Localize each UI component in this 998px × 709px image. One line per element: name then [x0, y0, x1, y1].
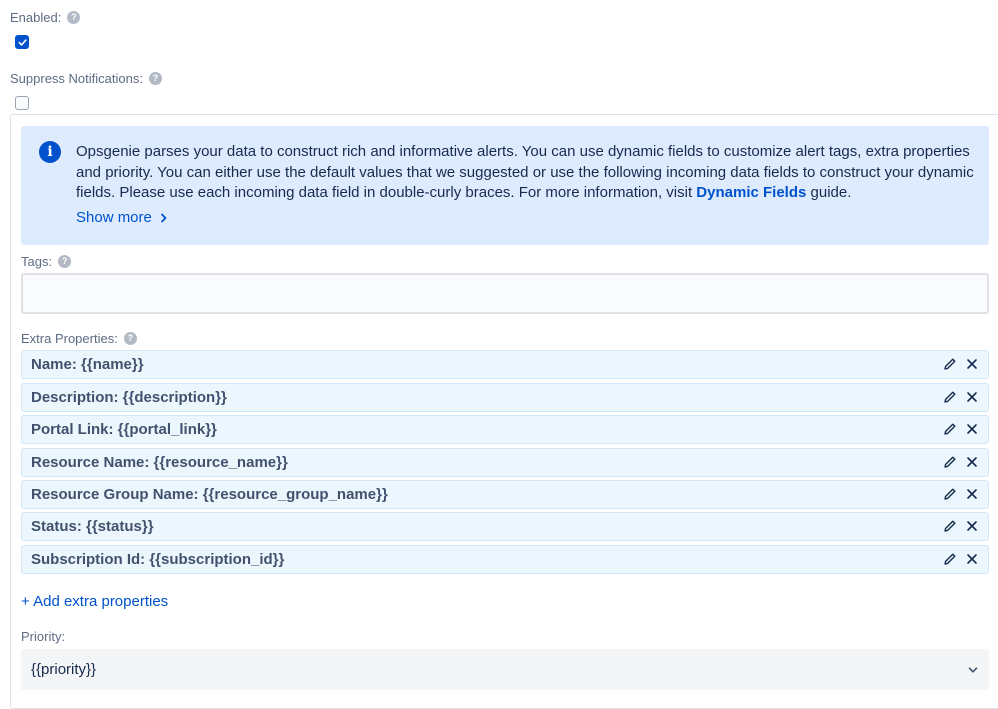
chevron-down-icon: [968, 667, 978, 673]
suppress-notifications-label: Suppress Notifications: ?: [10, 71, 162, 86]
pencil-icon[interactable]: [943, 519, 957, 533]
close-icon[interactable]: [965, 390, 979, 404]
enabled-checkbox[interactable]: [15, 35, 29, 49]
tags-label: Tags: ?: [21, 254, 72, 269]
extra-property-row: Resource Name: {{resource_name}}: [21, 448, 989, 477]
extra-properties-label: Extra Properties: ?: [21, 331, 137, 346]
close-icon[interactable]: [965, 519, 979, 533]
tags-input[interactable]: [21, 273, 989, 314]
extra-property-text: Resource Group Name: {{resource_group_na…: [31, 486, 388, 503]
info-icon: i: [39, 141, 61, 163]
pencil-icon[interactable]: [943, 455, 957, 469]
close-icon[interactable]: [965, 455, 979, 469]
extra-property-text: Portal Link: {{portal_link}}: [31, 421, 217, 438]
extra-property-text: Resource Name: {{resource_name}}: [31, 454, 288, 471]
extra-property-text: Name: {{name}}: [31, 356, 144, 373]
close-icon[interactable]: [965, 357, 979, 371]
pencil-icon[interactable]: [943, 422, 957, 436]
pencil-icon[interactable]: [943, 357, 957, 371]
extra-property-text: Subscription Id: {{subscription_id}}: [31, 551, 285, 568]
pencil-icon[interactable]: [943, 487, 957, 501]
close-icon[interactable]: [965, 422, 979, 436]
priority-select[interactable]: {{priority}}: [21, 649, 989, 690]
enabled-label: Enabled: ?: [10, 10, 81, 25]
check-icon: [18, 39, 27, 46]
extra-property-row: Resource Group Name: {{resource_group_na…: [21, 480, 989, 509]
help-icon[interactable]: ?: [67, 11, 81, 24]
add-extra-properties-link[interactable]: + Add extra properties: [21, 593, 168, 610]
info-text: Opsgenie parses your data to construct r…: [76, 143, 974, 201]
extra-property-row: Description: {{description}}: [21, 383, 989, 412]
suppress-notifications-checkbox[interactable]: [15, 96, 29, 110]
extra-property-row: Portal Link: {{portal_link}}: [21, 415, 989, 444]
extra-property-row: Status: {{status}}: [21, 512, 989, 541]
chevron-right-icon: [160, 213, 167, 222]
close-icon[interactable]: [965, 552, 979, 566]
dynamic-fields-link[interactable]: Dynamic Fields: [696, 184, 806, 201]
priority-label: Priority:: [21, 629, 66, 644]
pencil-icon[interactable]: [943, 390, 957, 404]
extra-property-row: Subscription Id: {{subscription_id}}: [21, 545, 989, 574]
help-icon[interactable]: ?: [148, 72, 162, 85]
help-icon[interactable]: ?: [123, 332, 137, 345]
help-icon[interactable]: ?: [58, 255, 72, 268]
info-message: i Opsgenie parses your data to construct…: [21, 126, 989, 245]
priority-value: {{priority}}: [31, 661, 97, 678]
pencil-icon[interactable]: [943, 552, 957, 566]
extra-property-text: Description: {{description}}: [31, 389, 227, 406]
extra-property-row: Name: {{name}}: [21, 350, 989, 379]
show-more-link[interactable]: Show more: [76, 209, 168, 226]
close-icon[interactable]: [965, 487, 979, 501]
extra-property-text: Status: {{status}}: [31, 518, 154, 535]
